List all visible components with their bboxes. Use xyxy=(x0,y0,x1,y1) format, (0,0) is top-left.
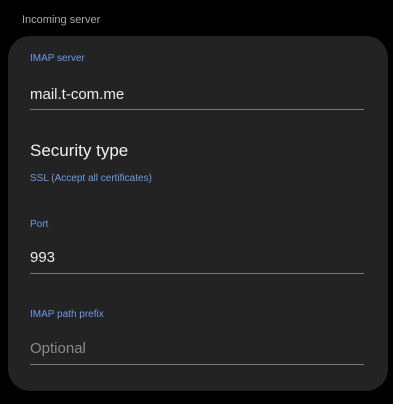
security-type-title: Security type xyxy=(30,141,129,160)
port-underline xyxy=(30,273,364,274)
incoming-server-card: IMAP server mail.t-com.me Security type … xyxy=(8,36,388,391)
imap-path-prefix-input[interactable]: Optional xyxy=(30,340,86,357)
port-label: Port xyxy=(30,219,49,230)
security-type-value: SSL (Accept all certificates) xyxy=(30,173,152,184)
imap-server-underline xyxy=(30,109,364,110)
imap-path-prefix-underline xyxy=(30,364,364,365)
section-header-incoming-server: Incoming server xyxy=(22,14,101,26)
imap-server-label: IMAP server xyxy=(30,53,85,64)
imap-path-prefix-label: IMAP path prefix xyxy=(30,309,104,320)
port-input[interactable]: 993 xyxy=(30,249,55,266)
imap-server-input[interactable]: mail.t-com.me xyxy=(30,86,124,103)
